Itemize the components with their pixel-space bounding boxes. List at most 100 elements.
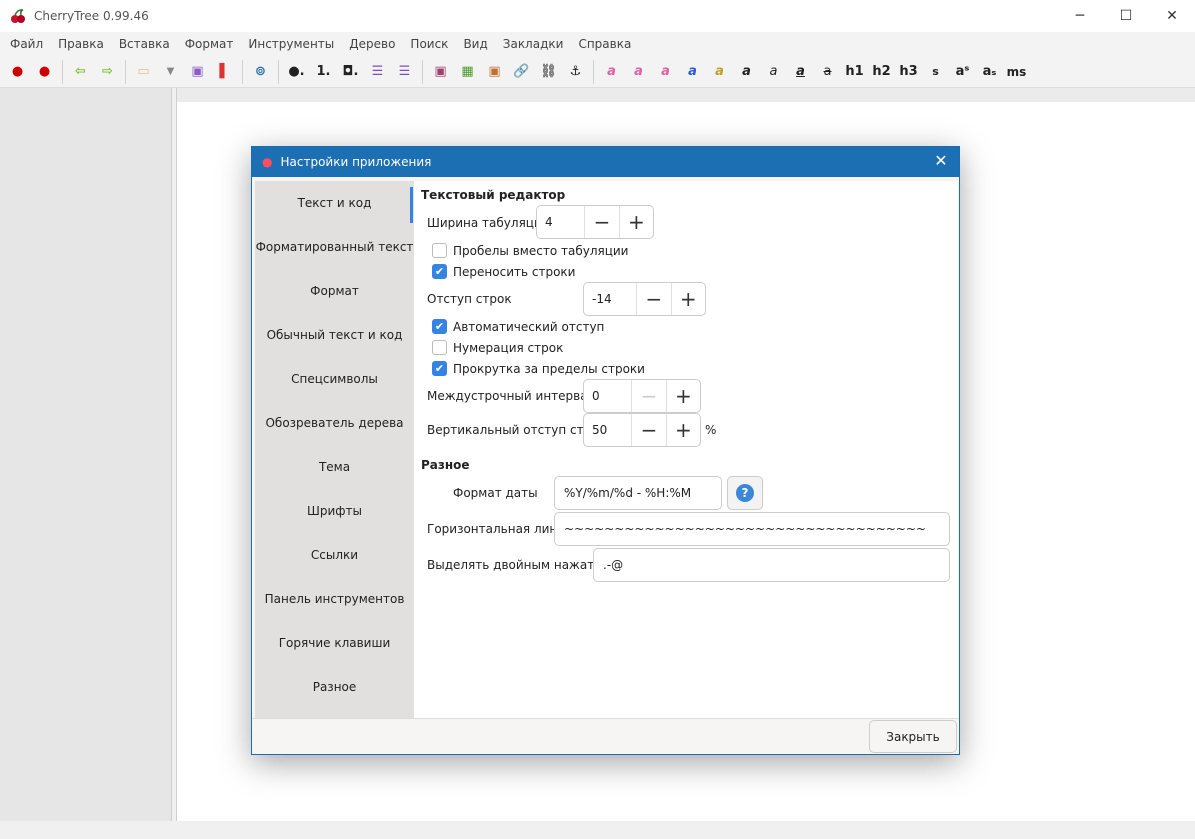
line-numbers-label: Нумерация строк [453,340,564,355]
menu-file[interactable]: Файл [10,37,43,51]
monospace-button[interactable]: ms [1003,60,1030,84]
checkmark-icon: ✔ [432,264,447,279]
text-color-icon[interactable]: a [598,60,625,84]
export-icon[interactable]: ▌ [211,60,238,84]
menu-tools[interactable]: Инструменты [248,37,334,51]
minimize-button[interactable]: ─ [1057,0,1103,32]
close-button[interactable]: Закрыть [869,720,957,753]
bulleted-list-icon[interactable]: ●. [283,60,310,84]
vertical-indent-value[interactable]: 50 [584,414,631,446]
menu-help[interactable]: Справка [578,37,631,51]
menu-format[interactable]: Формат [185,37,234,51]
todo-list-icon[interactable]: ◘. [337,60,364,84]
close-window-button[interactable]: ✕ [1149,0,1195,32]
status-bar [0,821,1195,839]
horizontal-line-input[interactable]: ~~~~~~~~~~~~~~~~~~~~~~~~~~~~~~~~~~~~ [554,512,950,546]
sidebar-item-toolbar[interactable]: Панель инструментов [255,577,414,621]
unindent-icon[interactable]: ☰ [391,60,418,84]
bold-icon[interactable]: a [733,60,760,84]
sidebar-item-special-chars[interactable]: Спецсимволы [255,357,414,401]
h2-button[interactable]: h2 [868,60,895,84]
auto-indent-label: Автоматический отступ [453,319,605,334]
minus-button[interactable]: − [631,414,665,446]
open-folder-icon[interactable]: ▭ [130,60,157,84]
date-format-help-button[interactable]: ? [727,476,763,510]
date-format-input[interactable]: %Y/%m/%d - %H:%M [554,476,722,510]
sidebar-item-plain-text[interactable]: Обычный текст и код [255,313,414,357]
tab-width-spinner[interactable]: 4 − + [536,205,654,239]
h1-button[interactable]: h1 [841,60,868,84]
superscript-button[interactable]: aˢ [949,60,976,84]
tab-width-value[interactable]: 4 [537,206,584,238]
menu-insert[interactable]: Вставка [119,37,170,51]
sidebar-item-hotkeys[interactable]: Горячие клавиши [255,621,414,665]
percent-unit: % [705,423,717,437]
anchor-icon[interactable]: ⚓ [562,60,589,84]
dropdown-arrow-icon[interactable]: ▼ [157,60,184,84]
insert-table-icon[interactable]: ▦ [454,60,481,84]
node-search-icon[interactable]: ⊚ [247,60,274,84]
link-icon[interactable]: ⛓ [535,60,562,84]
insert-link-icon[interactable]: 🔗 [508,60,535,84]
scroll-beyond-checkbox[interactable]: ✔ Прокрутка за пределы строки [432,361,645,376]
line-spacing-value[interactable]: 0 [584,380,631,412]
text-bgcolor-icon[interactable]: a [625,60,652,84]
h3-button[interactable]: h3 [895,60,922,84]
forward-arrow-icon[interactable]: ⇨ [94,60,121,84]
line-indent-spinner[interactable]: -14 − + [583,282,706,316]
menu-edit[interactable]: Правка [58,37,104,51]
minus-button[interactable]: − [584,206,618,238]
small-button[interactable]: s [922,60,949,84]
wrap-lines-checkbox[interactable]: ✔ Переносить строки [432,264,575,279]
minus-button[interactable]: − [631,380,665,412]
strikethrough-icon[interactable]: a [814,60,841,84]
add-subnode-icon[interactable]: ● [31,60,58,84]
maximize-button[interactable]: ☐ [1103,0,1149,32]
sidebar-item-theme[interactable]: Тема [255,445,414,489]
plus-button[interactable]: + [665,380,700,412]
sidebar-item-links[interactable]: Ссылки [255,533,414,577]
color-fg-icon[interactable]: a [679,60,706,84]
plus-button[interactable]: + [665,414,700,446]
sidebar-item-misc[interactable]: Разное [255,665,414,709]
sidebar-item-text-code[interactable]: Текст и код [255,181,414,225]
underline-icon[interactable]: a [787,60,814,84]
back-arrow-icon[interactable]: ⇦ [67,60,94,84]
line-numbers-checkbox[interactable]: Нумерация строк [432,340,563,355]
subscript-button[interactable]: aₛ [976,60,1003,84]
italic-icon[interactable]: a [760,60,787,84]
line-spacing-spinner[interactable]: 0 − + [583,379,701,413]
add-node-icon[interactable]: ● [4,60,31,84]
color-bg-icon[interactable]: a [706,60,733,84]
preferences-dialog: ● Настройки приложения ✕ Текст и код Фор… [251,146,960,755]
spaces-checkbox[interactable]: Пробелы вместо табуляции [432,243,628,258]
dialog-close-icon[interactable]: ✕ [931,151,951,171]
auto-indent-checkbox[interactable]: ✔ Автоматический отступ [432,319,604,334]
menu-bookmarks[interactable]: Закладки [503,37,564,51]
menu-tree[interactable]: Дерево [349,37,395,51]
section-misc: Разное [421,458,470,472]
menu-search[interactable]: Поиск [410,37,448,51]
sidebar-item-tree-explorer[interactable]: Обозреватель дерева [255,401,414,445]
sidebar-item-format[interactable]: Формат [255,269,414,313]
insert-image-icon[interactable]: ▣ [427,60,454,84]
tree-pane[interactable] [0,88,172,821]
plus-button[interactable]: + [618,206,653,238]
sidebar-item-fonts[interactable]: Шрифты [255,489,414,533]
insert-codebox-icon[interactable]: ▣ [481,60,508,84]
save-icon[interactable]: ▣ [184,60,211,84]
remove-format-icon[interactable]: a [652,60,679,84]
double-click-input[interactable]: .-@ [593,548,950,582]
title-bar: CherryTree 0.99.46 ─ ☐ ✕ [0,0,1195,32]
plus-button[interactable]: + [670,283,705,315]
numbered-list-icon[interactable]: 1. [310,60,337,84]
minus-button[interactable]: − [636,283,670,315]
menu-bar: Файл Правка Вставка Формат Инструменты Д… [0,32,1195,56]
vertical-indent-spinner[interactable]: 50 − + [583,413,701,447]
sidebar-item-rich-text[interactable]: Форматированный текст [255,225,414,269]
wrap-lines-label: Переносить строки [453,264,576,279]
indent-icon[interactable]: ☰ [364,60,391,84]
menu-view[interactable]: Вид [463,37,487,51]
checkmark-icon: ✔ [432,361,447,376]
line-indent-value[interactable]: -14 [584,283,636,315]
